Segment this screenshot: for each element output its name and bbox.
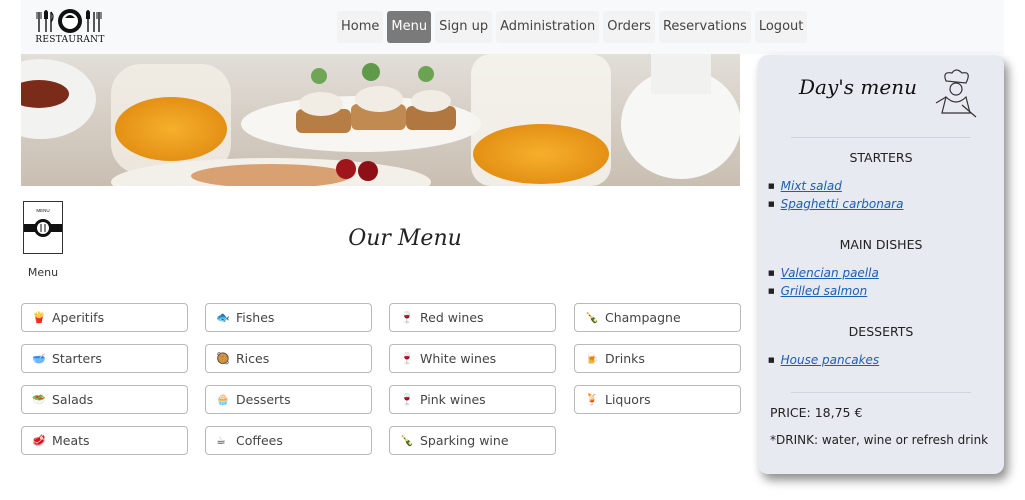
nav-administration[interactable]: Administration (496, 11, 600, 43)
bottle-icon: 🍾 (400, 434, 414, 447)
beer-icon: 🍺 (585, 352, 599, 365)
main-nav: Home Menu Sign up Administration Orders … (337, 11, 808, 43)
category-button[interactable]: 🍹 Liquors (574, 385, 741, 414)
drink-note: *DRINK: water, wine or refresh drink (770, 433, 989, 447)
restaurant-logo[interactable]: RESTAURANT (35, 8, 105, 46)
category-button[interactable]: 🍺 Drinks (574, 344, 741, 373)
dish-link[interactable]: Grilled salmon (768, 284, 868, 298)
cocktail-icon: 🍹 (585, 393, 599, 406)
category-label: Champagne (605, 310, 681, 325)
cutlery-logo-icon (36, 9, 102, 33)
dish-link[interactable]: Valencian paella (768, 266, 879, 280)
category-button[interactable]: 🍟 Aperitifs (21, 303, 188, 332)
section-starters: STARTERS (849, 150, 913, 165)
wine-glass-icon: 🍷 (400, 393, 414, 406)
category-label: Red wines (420, 310, 484, 325)
bowl-icon: 🥣 (32, 352, 46, 365)
category-button[interactable]: 🍷 White wines (389, 344, 556, 373)
category-button[interactable]: 🧁 Desserts (205, 385, 372, 414)
category-button[interactable]: 🍷 Pink wines (389, 385, 556, 414)
category-label: Starters (52, 351, 102, 366)
category-label: Rices (236, 351, 270, 366)
category-button[interactable]: 🍷 Red wines (389, 303, 556, 332)
menu-icon: MENU (24, 208, 62, 237)
coffee-icon: ☕ (216, 434, 226, 447)
category-button[interactable]: 🍾 Champagne (574, 303, 741, 332)
category-label: Pink wines (420, 392, 486, 407)
category-label: Liquors (605, 392, 651, 407)
category-label: Aperitifs (52, 310, 105, 325)
salad-icon: 🥗 (32, 393, 46, 406)
category-label: Salads (52, 392, 94, 407)
section-main-dishes: MAIN DISHES (839, 237, 923, 252)
dish-link[interactable]: House pancakes (768, 353, 880, 367)
category-label: Coffees (236, 433, 283, 448)
category-button[interactable]: 🐟 Fishes (205, 303, 372, 332)
fish-icon: 🐟 (216, 311, 230, 324)
bottle-icon: 🍾 (585, 311, 599, 324)
nav-orders[interactable]: Orders (603, 11, 655, 43)
category-label: Fishes (236, 310, 275, 325)
nav-reservations[interactable]: Reservations (658, 11, 751, 43)
category-label: Drinks (605, 351, 645, 366)
category-button[interactable]: 🥗 Salads (21, 385, 188, 414)
days-menu-card: Day's menu STARTERS Mixt salad Spaghetti… (758, 55, 1004, 474)
paella-icon: 🥘 (216, 352, 230, 365)
divider (791, 137, 971, 138)
wine-glass-icon: 🍷 (400, 352, 414, 365)
dish-link[interactable]: Spaghetti carbonara (768, 197, 904, 211)
menu-price: PRICE: 18,75 € (770, 405, 863, 420)
divider (791, 392, 971, 393)
fries-icon: 🍟 (32, 311, 46, 324)
days-menu-title: Day's menu (799, 75, 917, 99)
hero-banner-image (21, 54, 740, 186)
category-button[interactable]: 🥣 Starters (21, 344, 188, 373)
logo-text: RESTAURANT (35, 35, 105, 45)
category-button[interactable]: 🥘 Rices (205, 344, 372, 373)
nav-home[interactable]: Home (337, 11, 384, 43)
menu-badge-image[interactable]: MENU (23, 201, 63, 254)
dish-link[interactable]: Mixt salad (768, 179, 842, 193)
svg-text:MENU: MENU (36, 208, 49, 213)
category-label: White wines (420, 351, 497, 366)
category-label: Sparking wine (420, 433, 509, 448)
chef-icon (935, 69, 977, 118)
section-desserts: DESSERTS (848, 324, 914, 339)
navbar: RESTAURANT Home Menu Sign up Administrat… (21, 0, 1004, 54)
meat-icon: 🥩 (32, 434, 46, 447)
wine-glass-icon: 🍷 (400, 311, 414, 324)
category-button[interactable]: 🥩 Meats (21, 426, 188, 455)
category-label: Desserts (236, 392, 291, 407)
nav-menu[interactable]: Menu (387, 11, 432, 43)
menu-badge-label: Menu (27, 266, 59, 279)
breakfast-photo (21, 54, 740, 186)
category-label: Meats (52, 433, 90, 448)
nav-sign-up[interactable]: Sign up (435, 11, 493, 43)
category-button[interactable]: ☕ Coffees (205, 426, 372, 455)
cupcake-icon: 🧁 (216, 393, 230, 406)
nav-logout[interactable]: Logout (754, 11, 808, 43)
page-title: Our Menu (348, 226, 462, 251)
category-button[interactable]: 🍾 Sparking wine (389, 426, 556, 455)
